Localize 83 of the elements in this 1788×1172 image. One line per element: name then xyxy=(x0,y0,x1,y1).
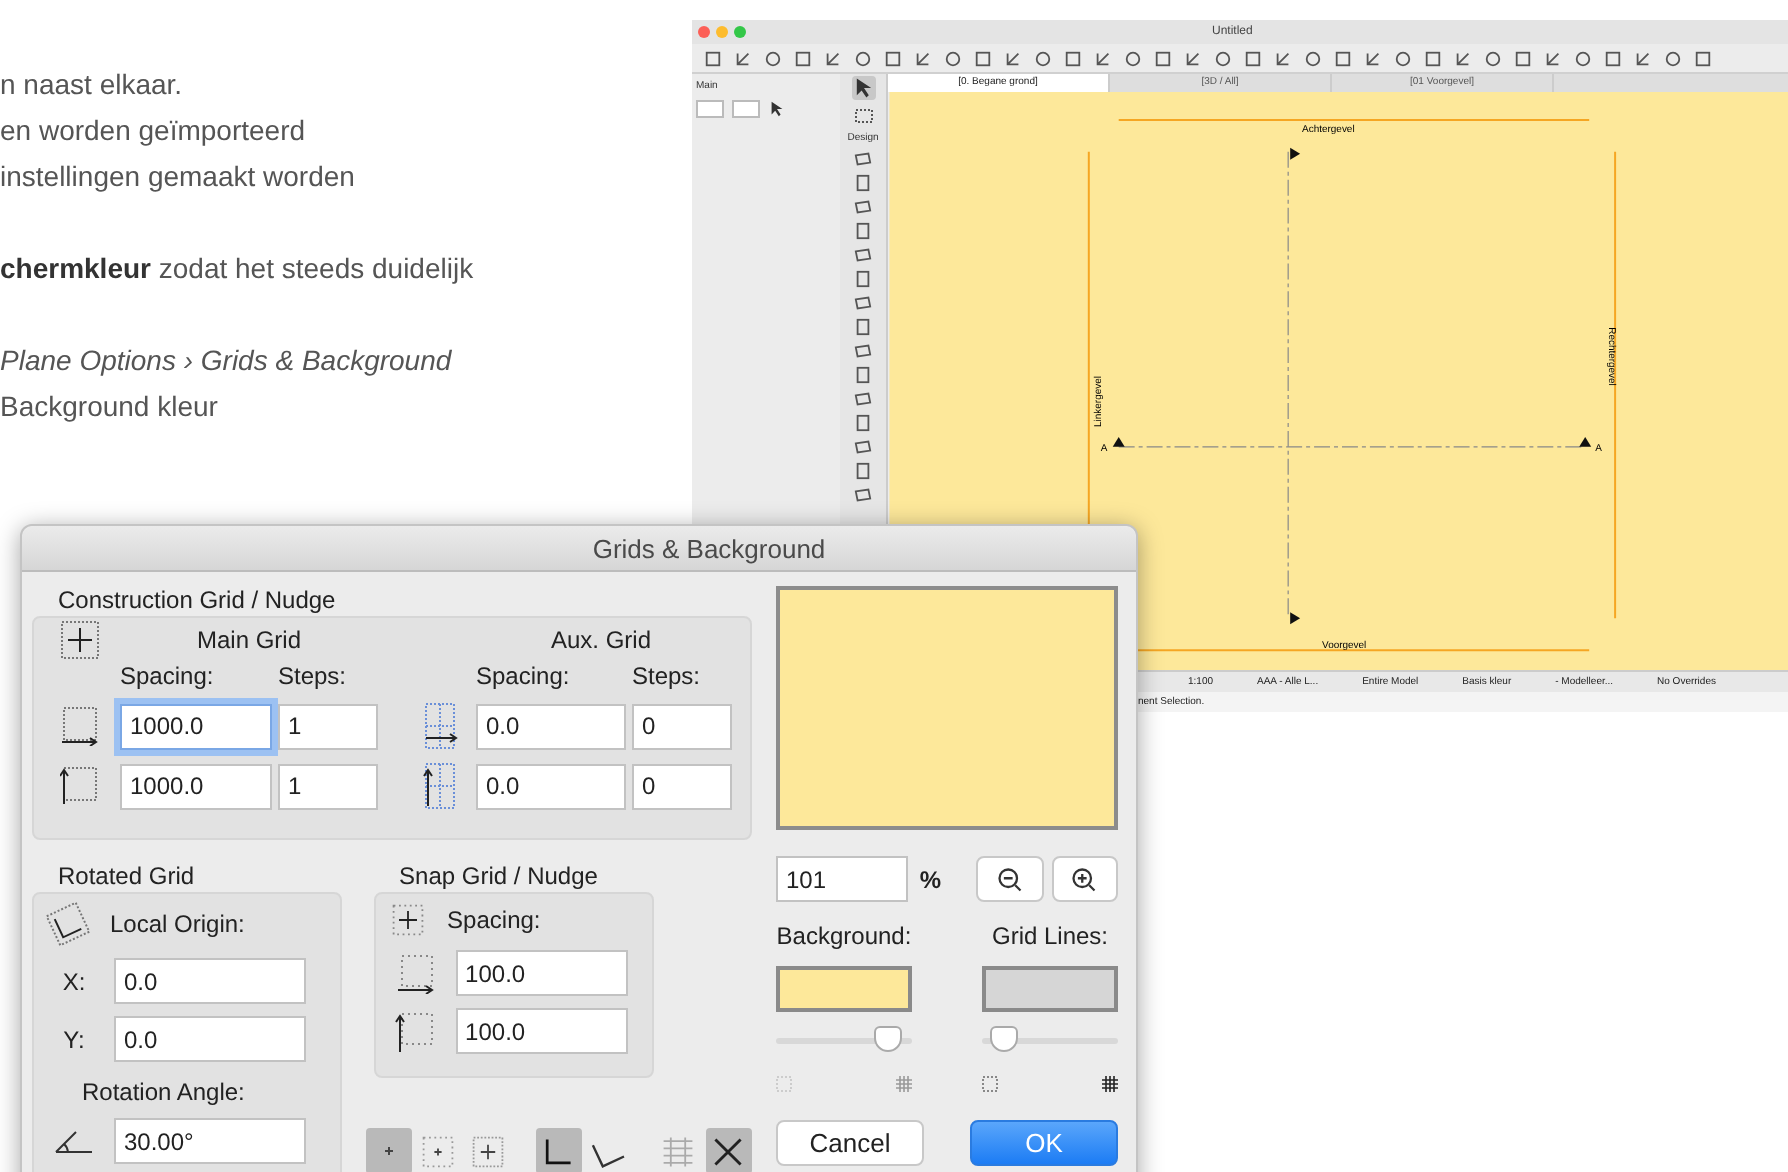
coordinate-field[interactable]: 0.0 xyxy=(114,958,306,1004)
spacing-field[interactable]: 0.0 xyxy=(476,763,626,809)
article-text: n naast elkaar. xyxy=(0,66,185,104)
steps-field[interactable]: 1 xyxy=(278,703,378,749)
article-text: instellingen gemaakt worden xyxy=(0,158,357,196)
grid-plus-icon xyxy=(470,1133,507,1169)
toolbar-icon[interactable] xyxy=(1634,49,1652,67)
field-label: Spacing: xyxy=(447,906,541,934)
section-marker xyxy=(1112,436,1125,447)
color-label: Grid Lines: xyxy=(991,922,1109,954)
field-label: Local Origin: xyxy=(110,910,245,938)
dialog-title: Grids & Background xyxy=(592,533,826,563)
spacing-field[interactable]: 0.0 xyxy=(476,703,626,749)
color-label: Background: xyxy=(776,922,912,954)
zoom-field[interactable]: 101 xyxy=(776,856,908,902)
column-header: Aux. Grid xyxy=(548,625,653,653)
dense-grid-icon xyxy=(896,1076,912,1092)
zoom-in-icon xyxy=(1070,865,1099,893)
toolbar-icon[interactable] xyxy=(1004,49,1022,67)
pointer-icon[interactable] xyxy=(851,76,875,100)
toolbar-icon[interactable] xyxy=(1544,49,1562,67)
grid-lines-icon xyxy=(660,1133,697,1169)
field-label: Y: xyxy=(61,1025,87,1053)
article-text: en worden geïmporteerd xyxy=(0,112,308,150)
article-text: chermkleur zodat het steeds duidelijk xyxy=(0,250,474,288)
pointer-icon[interactable] xyxy=(768,100,786,118)
toolbar-icon[interactable] xyxy=(704,49,722,67)
dense-grid-up-arrow-icon xyxy=(420,762,460,810)
field-label: Steps: xyxy=(278,662,349,690)
field-label: Spacing: xyxy=(120,662,216,690)
column-header: Main Grid xyxy=(194,625,303,653)
field-label: X: xyxy=(60,967,88,995)
x-icon xyxy=(710,1133,747,1169)
toolbar-icon[interactable] xyxy=(1184,49,1202,67)
zoom-out-button[interactable] xyxy=(976,856,1044,902)
color-swatch[interactable] xyxy=(776,966,912,1012)
field-label: Steps: xyxy=(632,662,703,690)
spacing-field[interactable]: 100.0 xyxy=(455,950,628,996)
field-label: Rotation Angle: xyxy=(80,1078,247,1106)
sparse-grid-icon xyxy=(776,1076,792,1092)
sparse-grid-icon xyxy=(982,1076,998,1092)
section-marker xyxy=(1290,147,1301,160)
plus-icon xyxy=(383,1146,394,1156)
zoom-in-button[interactable] xyxy=(1051,856,1118,902)
grid-mode-button[interactable] xyxy=(535,1128,582,1172)
toolbar-icon[interactable] xyxy=(1274,49,1292,67)
section-marker xyxy=(1290,612,1301,625)
dense-grid-right-arrow-icon xyxy=(420,702,460,750)
toolbar-icon[interactable] xyxy=(824,49,842,67)
section-marker xyxy=(1579,436,1592,447)
angle-field[interactable]: 30.00° xyxy=(114,1118,306,1164)
grid-cross-icon xyxy=(60,619,100,659)
coordinate-field[interactable]: 0.0 xyxy=(114,1016,306,1062)
dotted-grid-icon xyxy=(420,1133,457,1169)
toolbar-icon[interactable] xyxy=(734,49,752,67)
article-text: Plane Options › Grids & Background xyxy=(0,342,454,380)
dense-grid-icon xyxy=(1102,1076,1118,1092)
dialog-button[interactable]: Cancel xyxy=(776,1120,924,1166)
toolbar-icon[interactable] xyxy=(1094,49,1112,67)
group-title: Rotated Grid xyxy=(56,860,197,892)
toolbar-icon[interactable] xyxy=(914,49,932,67)
toolbar-icon[interactable] xyxy=(1364,49,1382,67)
toolbar-icon[interactable] xyxy=(1454,49,1472,67)
steps-field[interactable]: 0 xyxy=(632,703,732,749)
grid-mode-button[interactable] xyxy=(705,1128,752,1172)
color-swatch[interactable] xyxy=(982,966,1118,1012)
zoom-out-icon xyxy=(995,865,1024,893)
group-title: Snap Grid / Nudge xyxy=(397,860,600,892)
spacing-field[interactable]: 100.0 xyxy=(455,1008,628,1054)
marquee-icon[interactable] xyxy=(853,106,873,126)
article-text: Background kleur xyxy=(0,388,220,426)
spacing-field[interactable]: 1000.0 xyxy=(120,763,272,809)
spacing-field[interactable]: 1000.0 xyxy=(120,703,272,749)
grid-cross-icon xyxy=(387,902,428,938)
axes-icon xyxy=(540,1133,577,1169)
steps-field[interactable]: 0 xyxy=(632,763,732,809)
steps-field[interactable]: 1 xyxy=(278,763,378,809)
slider-thumb[interactable] xyxy=(873,1026,902,1052)
unit-label: % xyxy=(919,865,943,893)
slider-thumb[interactable] xyxy=(990,1026,1019,1052)
rotated-grid-icon xyxy=(46,902,90,946)
field-label: Spacing: xyxy=(476,662,572,690)
group-title: Construction Grid / Nudge xyxy=(56,584,338,616)
